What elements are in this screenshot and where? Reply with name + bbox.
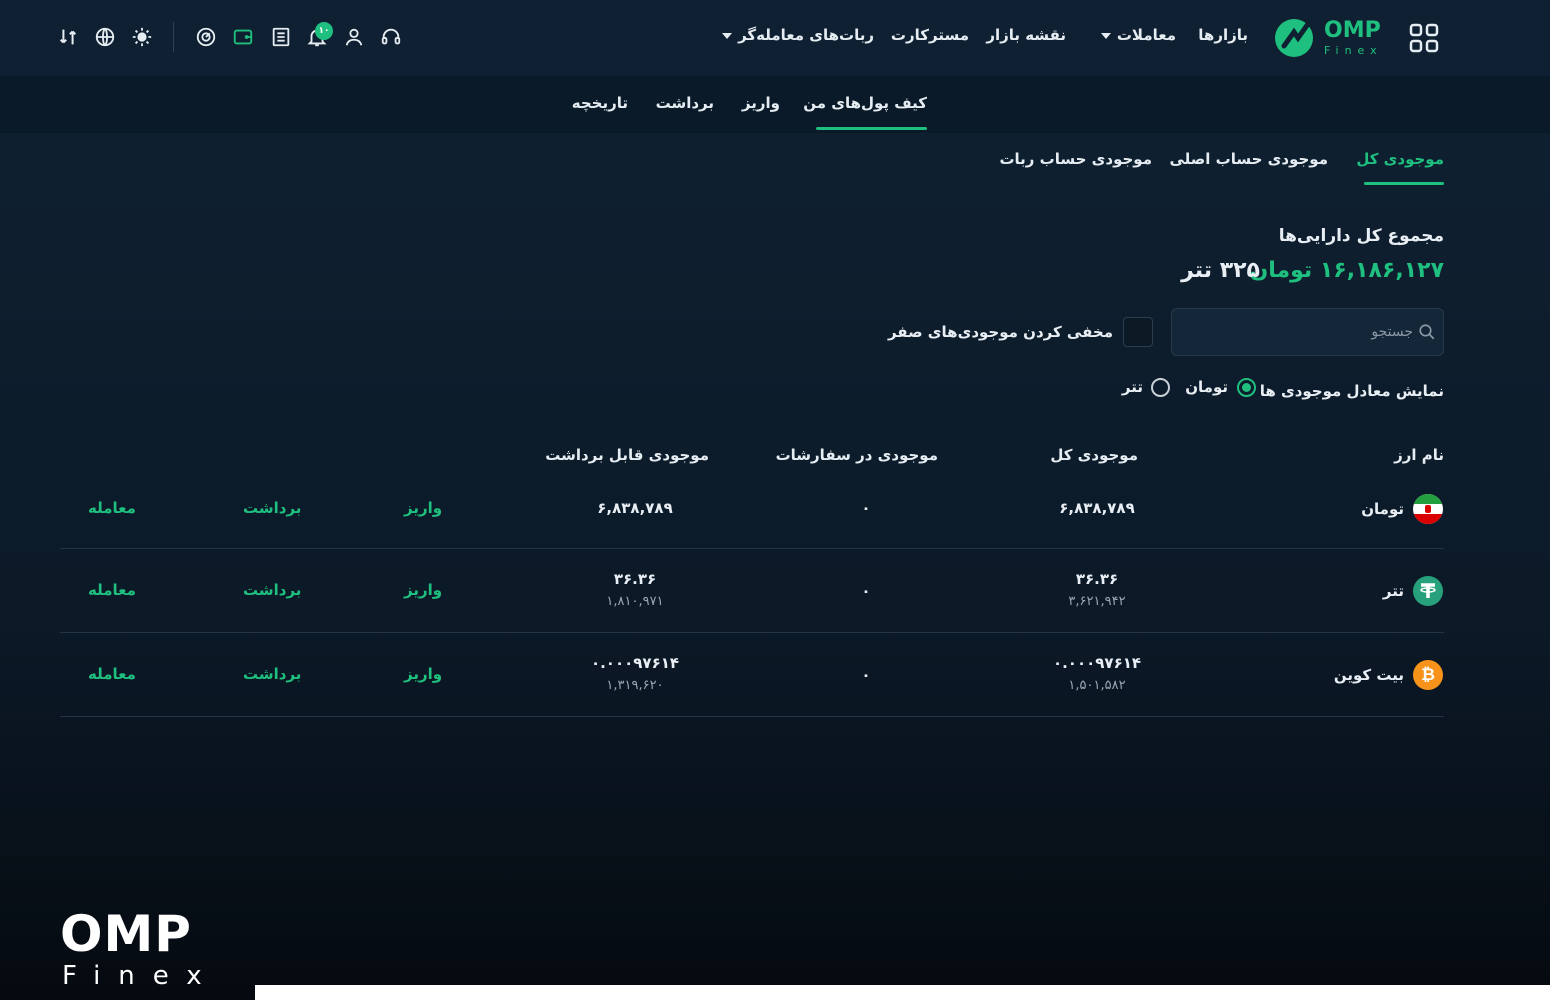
subnav-withdraw[interactable]: برداشت (656, 94, 714, 112)
withdrawable-balance: ۶,۸۳۸,۷۸۹ (597, 499, 673, 517)
withdrawable-balance-equivalent: ۱,۳۱۹,۶۲۰ (606, 678, 664, 693)
total-assets-toman: ۱۶,۱۸۶,۱۲۷ تومان (1249, 258, 1444, 283)
coin-name: بیت کوین (1333, 666, 1404, 684)
tether-icon (1413, 576, 1443, 606)
chevron-down-icon (1100, 32, 1111, 39)
total-balance-equivalent: ۳,۶۲۱,۹۴۲ (1068, 594, 1126, 609)
radio-toman-label[interactable]: تومان (1185, 378, 1228, 396)
trade-link[interactable]: معامله (88, 665, 136, 683)
deposit-link[interactable]: واریز (404, 665, 442, 683)
orders-balance: ۰ (861, 666, 871, 684)
tab-active-underline (1364, 182, 1444, 185)
nav-trades[interactable]: معاملات (1095, 26, 1176, 44)
trade-link[interactable]: معامله (88, 499, 136, 517)
chevron-down-icon (722, 32, 733, 39)
header-currency: نام ارز (1394, 446, 1444, 464)
deposit-link[interactable]: واریز (404, 499, 442, 517)
header-total: موجودی کل (1050, 446, 1138, 464)
row-divider (60, 716, 1444, 717)
total-assets-title: مجموع کل دارایی‌ها (1278, 226, 1444, 246)
brand-logo[interactable]: OMP Finex (1274, 16, 1386, 60)
radio-toman-dot (1242, 383, 1251, 392)
coin-name: تومان (1361, 500, 1404, 518)
withdrawable-balance-equivalent: ۱,۸۱۰,۹۷۱ (606, 594, 664, 609)
tab-total-balance[interactable]: موجودی کل (1356, 150, 1444, 168)
subnav-deposit[interactable]: واریز (742, 94, 780, 112)
coin-name: تتر (1382, 582, 1404, 600)
withdrawable-balance: ۳۶.۳۶ (613, 570, 657, 588)
withdraw-link[interactable]: برداشت (243, 499, 301, 517)
withdraw-link[interactable]: برداشت (243, 665, 301, 683)
subnav-my-wallets[interactable]: کیف پول‌های من (803, 94, 927, 112)
total-assets-tether: ۳۲۵ تتر (1181, 258, 1260, 283)
nav-mastercard[interactable]: مسترکارت (891, 26, 969, 44)
dashboard-gauge-icon[interactable] (195, 26, 217, 48)
nav-bots-label: ربات‌های معامله‌گر (738, 26, 874, 44)
nav-bots[interactable]: ربات‌های معامله‌گر (716, 26, 874, 44)
exchange-transfer-icon[interactable] (57, 26, 79, 48)
support-headset-icon[interactable] (380, 26, 402, 48)
header-withdrawable: موجودی قابل برداشت (545, 446, 709, 464)
orders-balance: ۰ (861, 582, 871, 600)
orders-list-icon[interactable] (270, 26, 292, 48)
total-balance: ۰.۰۰۰۹۷۶۱۴ (1052, 654, 1142, 672)
equivalent-label: نمایش معادل موجودی ها (1259, 382, 1444, 400)
footer-bar (255, 985, 1550, 1000)
subnav-history[interactable]: تاریخچه (572, 94, 628, 112)
subnav-active-underline (816, 127, 927, 130)
notification-badge: ۱۰ (315, 22, 333, 40)
search-box (1171, 308, 1444, 356)
iran-flag-icon (1413, 494, 1443, 524)
search-icon (1417, 322, 1437, 342)
hide-zero-checkbox[interactable] (1123, 317, 1153, 347)
user-icon[interactable] (343, 26, 365, 48)
nav-markets[interactable]: بازارها (1198, 26, 1248, 44)
total-balance-equivalent: ۱,۵۰۱,۵۸۲ (1068, 678, 1126, 693)
nav-trades-label: معاملات (1116, 26, 1176, 44)
header-in-orders: موجودی در سفارشات (775, 446, 938, 464)
total-balance: ۳۶.۳۶ (1075, 570, 1119, 588)
language-globe-icon[interactable] (94, 26, 116, 48)
orders-balance: ۰ (861, 499, 871, 517)
watermark-brand-name: OMP (60, 905, 192, 963)
apps-grid-icon[interactable] (1408, 22, 1440, 54)
withdraw-link[interactable]: برداشت (243, 581, 301, 599)
wallet-icon[interactable] (232, 26, 254, 48)
search-input[interactable] (1193, 319, 1413, 345)
total-balance: ۶,۸۳۸,۷۸۹ (1059, 499, 1135, 517)
brand-sub: Finex (1324, 44, 1383, 57)
nav-market-map[interactable]: نقشه بازار (986, 26, 1066, 44)
watermark-brand-sub: Finex (62, 961, 220, 991)
trade-link[interactable]: معامله (88, 581, 136, 599)
watermark-logo: OMP Finex (60, 905, 220, 995)
theme-sun-icon[interactable] (131, 26, 153, 48)
bitcoin-icon: ₿ (1413, 660, 1443, 690)
withdrawable-balance: ۰.۰۰۰۹۷۶۱۴ (590, 654, 680, 672)
radio-toman[interactable] (1237, 378, 1256, 397)
radio-tether[interactable] (1151, 378, 1170, 397)
tab-bot-account[interactable]: موجودی حساب ربات (999, 150, 1152, 168)
radio-tether-label[interactable]: تتر (1122, 378, 1143, 396)
hide-zero-label: مخفی کردن موجودی‌های صفر (887, 323, 1113, 341)
deposit-link[interactable]: واریز (404, 581, 442, 599)
brand-name: OMP (1324, 18, 1381, 43)
tab-main-account[interactable]: موجودی حساب اصلی (1169, 150, 1328, 168)
toolbar-divider (173, 22, 174, 52)
